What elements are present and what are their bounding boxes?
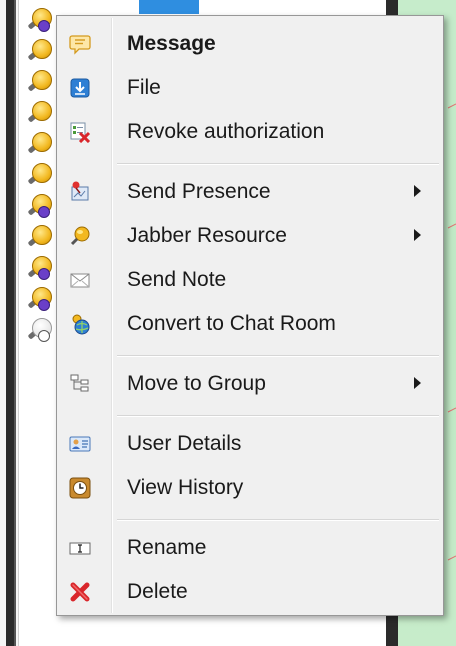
menu-separator (117, 355, 439, 357)
menu-item-rename[interactable]: Rename (59, 528, 441, 568)
menu-separator (117, 163, 439, 165)
menu-item-delete[interactable]: Delete (59, 572, 441, 612)
menu-item-convert-to-chat-room[interactable]: Convert to Chat Room (59, 304, 441, 344)
menu-item-label: Delete (127, 580, 188, 603)
delete-icon (69, 581, 91, 603)
menu-separator (117, 415, 439, 417)
contact-context-menu: Message File Revoke authorization Send P… (56, 15, 444, 616)
contact-away-icon[interactable] (22, 285, 56, 316)
menu-item-label: Convert to Chat Room (127, 312, 336, 335)
menu-item-send-note[interactable]: Send Note (59, 260, 441, 300)
menu-item-label: User Details (127, 432, 242, 455)
contact-online-icon[interactable] (22, 68, 56, 99)
menu-item-label: Move to Group (127, 372, 266, 395)
menu-item-message[interactable]: Message (59, 24, 441, 64)
contact-away-icon[interactable] (22, 192, 56, 223)
menu-item-label: Revoke authorization (127, 120, 325, 143)
contact-online-icon[interactable] (22, 161, 56, 192)
menu-item-label: File (127, 76, 161, 99)
menu-item-user-details[interactable]: User Details (59, 424, 441, 464)
selected-contact-highlight (139, 0, 199, 14)
send-presence-icon (69, 181, 91, 203)
jabber-resource-icon (69, 225, 91, 247)
contact-status-icons (22, 6, 58, 347)
menu-item-label: Send Note (127, 268, 227, 291)
menu-item-label: Send Presence (127, 180, 271, 203)
rename-icon (69, 537, 91, 559)
menu-item-view-history[interactable]: View History (59, 468, 441, 508)
file-download-icon (69, 77, 91, 99)
group-tree-icon (69, 373, 91, 395)
menu-item-move-to-group[interactable]: Move to Group (59, 364, 441, 404)
history-clock-icon (69, 477, 91, 499)
menu-item-label: View History (127, 476, 244, 499)
menu-item-file[interactable]: File (59, 68, 441, 108)
submenu-arrow-icon (414, 185, 421, 197)
contact-online-icon[interactable] (22, 99, 56, 130)
revoke-icon (69, 121, 91, 144)
message-icon (69, 33, 91, 55)
contact-chat-icon[interactable] (22, 316, 56, 347)
menu-item-label: Jabber Resource (127, 224, 287, 247)
contact-away-icon[interactable] (22, 254, 56, 285)
envelope-icon (69, 269, 91, 291)
side-panel-marks (447, 103, 456, 561)
contact-online-icon[interactable] (22, 6, 56, 37)
contact-card-icon (69, 433, 91, 455)
menu-item-send-presence[interactable]: Send Presence (59, 172, 441, 212)
contact-online-icon[interactable] (22, 130, 56, 161)
window-frame-left (6, 0, 16, 646)
submenu-arrow-icon (414, 229, 421, 241)
menu-item-label: Message (127, 32, 216, 55)
chat-room-icon (69, 313, 91, 335)
menu-item-jabber-resource[interactable]: Jabber Resource (59, 216, 441, 256)
contact-online-icon[interactable] (22, 223, 56, 254)
menu-item-revoke-authorization[interactable]: Revoke authorization (59, 112, 441, 152)
submenu-arrow-icon (414, 377, 421, 389)
contact-online-icon[interactable] (22, 37, 56, 68)
menu-separator (117, 519, 439, 521)
menu-item-label: Rename (127, 536, 207, 559)
